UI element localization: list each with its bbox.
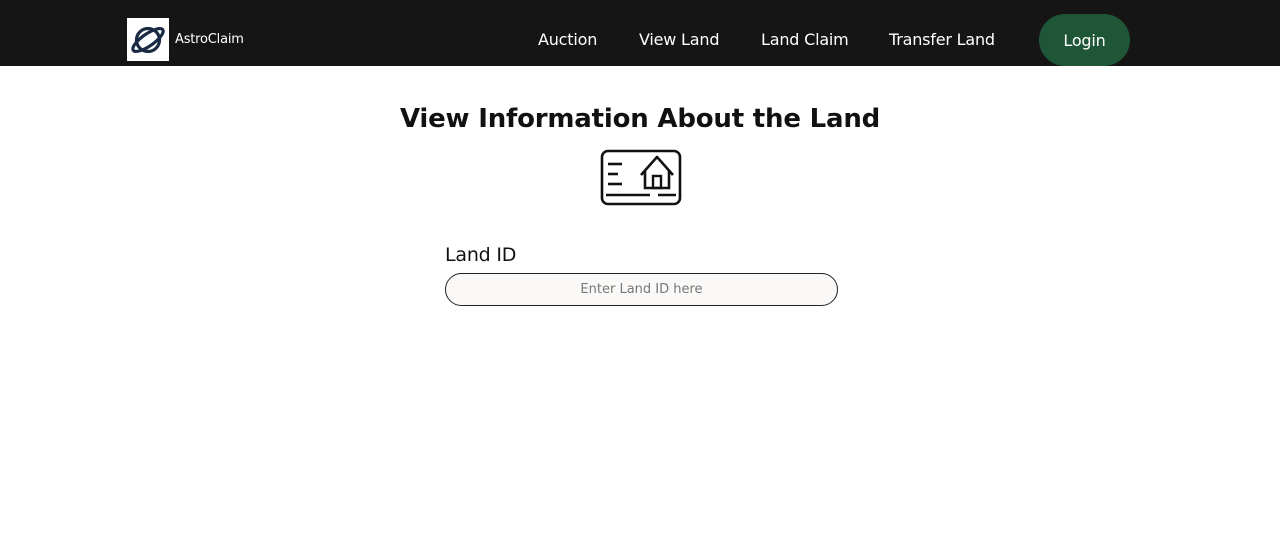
page-title: View Information About the Land	[399, 104, 881, 134]
nav-link-land-claim[interactable]: Land Claim	[761, 29, 849, 51]
land-id-label: Land ID	[445, 244, 517, 266]
land-id-input[interactable]	[445, 273, 838, 306]
login-button[interactable]: Login	[1039, 14, 1130, 66]
nav-link-transfer-land[interactable]: Transfer Land	[889, 29, 995, 51]
land-card-icon	[600, 149, 682, 206]
nav-link-view-land[interactable]: View Land	[639, 29, 719, 51]
nav-link-auction[interactable]: Auction	[538, 29, 597, 51]
navbar: AstroClaim Auction View Land Land Claim …	[0, 0, 1280, 66]
